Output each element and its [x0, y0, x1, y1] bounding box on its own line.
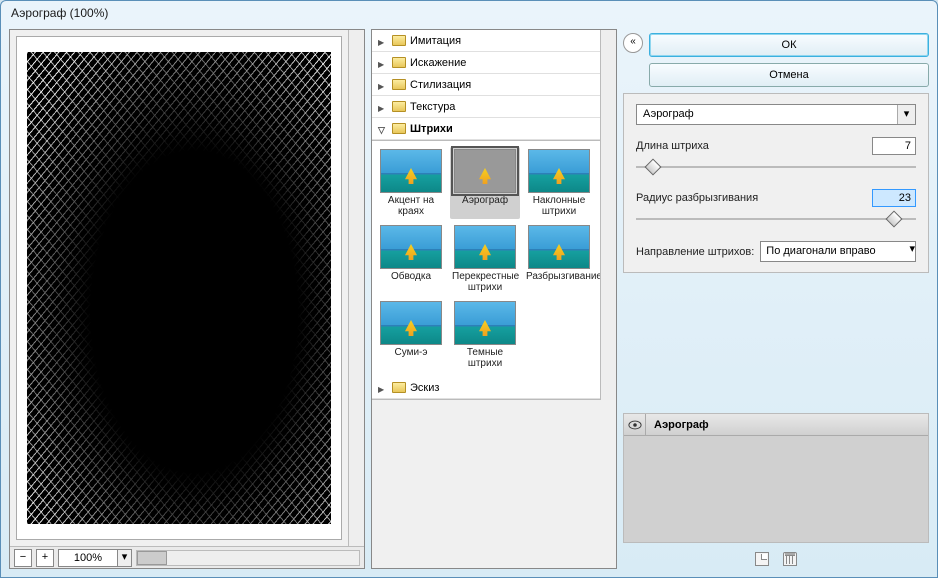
filter-thumb-sumi[interactable]: Суми-э — [376, 299, 446, 371]
thumbnail-label: Темные штрихи — [452, 347, 518, 369]
visibility-toggle[interactable] — [624, 414, 646, 436]
category-strokes[interactable]: Штрихи — [372, 118, 600, 140]
filter-thumb-accented[interactable]: Акцент на краях — [376, 147, 446, 219]
stroke-direction-label: Направление штрихов: — [636, 246, 754, 258]
filter-select[interactable]: Аэрограф ▾ — [636, 104, 916, 125]
thumbnail-label: Обводка — [378, 271, 444, 293]
category-label: Текстура — [410, 101, 455, 113]
preview-image — [27, 52, 332, 524]
thumbnail-image — [380, 149, 442, 193]
disclosure-triangle-icon — [378, 80, 388, 90]
effect-layer-controls — [623, 549, 929, 569]
filter-thumb-angled[interactable]: Наклонные штрихи — [524, 147, 594, 219]
effect-layers-empty — [624, 436, 928, 542]
filter-select-value: Аэрограф — [637, 105, 897, 124]
thumbnail-image — [380, 301, 442, 345]
slider-thumb[interactable] — [885, 211, 902, 228]
filter-panel: Имитация Искажение Стилизация Текстура Ш… — [371, 29, 617, 569]
collapse-toggle-button[interactable]: « — [623, 33, 643, 53]
filter-thumb-spatter[interactable]: Разбрызгивание — [524, 223, 594, 295]
thumbnail-label: Акцент на краях — [378, 195, 444, 217]
effect-layers-panel: Аэрограф — [623, 413, 929, 543]
thumbnail-image — [528, 225, 590, 269]
filter-gallery-window: Аэрограф (100%) − + 100% ▾ — [0, 0, 938, 578]
chevron-down-icon: ▾ — [909, 242, 915, 261]
thumbnail-image — [528, 149, 590, 193]
thumbnail-label: Разбрызгивание — [526, 271, 592, 293]
delete-effect-layer-button[interactable] — [783, 552, 797, 566]
disclosure-triangle-icon — [378, 383, 388, 393]
disclosure-triangle-icon — [378, 102, 388, 112]
slider-thumb[interactable] — [644, 159, 661, 176]
hscroll-thumb[interactable] — [137, 551, 167, 565]
category-sketch[interactable]: Эскиз — [372, 377, 600, 399]
zoom-level-field[interactable]: 100% — [58, 549, 118, 567]
filter-thumbnails: Акцент на краях Аэрограф Наклонные штрих… — [372, 141, 600, 377]
settings-panel: « ОК Отмена Аэрограф ▾ Длина штриха — [623, 29, 929, 569]
category-list-bottom: Эскиз — [372, 377, 600, 400]
category-label: Штрихи — [410, 123, 453, 135]
filter-thumb-cross[interactable]: Перекрестные штрихи — [450, 223, 520, 295]
folder-icon — [392, 101, 406, 112]
preview-toolbar: − + 100% ▾ — [10, 546, 364, 568]
stroke-direction-value: По диагонали вправо — [761, 242, 909, 261]
spray-radius-slider[interactable] — [636, 211, 916, 227]
ok-button[interactable]: ОК — [649, 33, 929, 57]
preview-panel: − + 100% ▾ — [9, 29, 365, 569]
thumbnail-image — [454, 149, 516, 193]
effect-layer-row[interactable]: Аэрограф — [624, 414, 928, 436]
stroke-direction-select[interactable]: По диагонали вправо ▾ — [760, 241, 916, 262]
spray-radius-label: Радиус разбрызгивания — [636, 192, 758, 204]
window-title: Аэрограф (100%) — [1, 1, 937, 29]
content-area: − + 100% ▾ Имитация Искажение Стилизация… — [1, 29, 937, 577]
thumbnail-image — [380, 225, 442, 269]
cancel-button[interactable]: Отмена — [649, 63, 929, 87]
thumbnail-image — [454, 225, 516, 269]
preview-scrollbar-horizontal[interactable] — [136, 550, 360, 566]
filter-thumb-dark[interactable]: Темные штрихи — [450, 299, 520, 371]
category-distort[interactable]: Искажение — [372, 52, 600, 74]
category-imitation[interactable]: Имитация — [372, 30, 600, 52]
thumbnail-image — [454, 301, 516, 345]
zoom-menu-caret[interactable]: ▾ — [118, 549, 132, 567]
category-list: Имитация Искажение Стилизация Текстура Ш… — [372, 30, 600, 141]
thumbnail-label: Наклонные штрихи — [526, 195, 592, 217]
category-label: Эскиз — [410, 382, 439, 394]
filter-scrollbar-vertical[interactable] — [600, 30, 616, 400]
zoom-out-button[interactable]: − — [14, 549, 32, 567]
category-label: Искажение — [410, 57, 466, 69]
stroke-length-label: Длина штриха — [636, 140, 709, 152]
category-label: Имитация — [410, 35, 461, 47]
eye-icon — [628, 420, 642, 430]
zoom-in-button[interactable]: + — [36, 549, 54, 567]
folder-icon — [392, 35, 406, 46]
effect-layer-name: Аэрограф — [646, 419, 709, 431]
slider-track — [636, 218, 916, 220]
folder-icon — [392, 57, 406, 68]
spray-radius-input[interactable] — [872, 189, 916, 207]
filter-thumb-ink[interactable]: Обводка — [376, 223, 446, 295]
filter-thumb-airbrush[interactable]: Аэрограф — [450, 147, 520, 219]
chevron-down-icon: ▾ — [897, 105, 915, 124]
filter-settings: Аэрограф ▾ Длина штриха Радиус разбрызги… — [623, 93, 929, 273]
stroke-length-input[interactable] — [872, 137, 916, 155]
category-stylize[interactable]: Стилизация — [372, 74, 600, 96]
stroke-length-slider[interactable] — [636, 159, 916, 175]
category-label: Стилизация — [410, 79, 471, 91]
thumbnail-label: Перекрестные штрихи — [452, 271, 518, 293]
preview-scrollbar-vertical[interactable] — [348, 30, 364, 546]
folder-icon — [392, 123, 406, 134]
folder-icon — [392, 382, 406, 393]
thumbnail-label: Суми-э — [378, 347, 444, 369]
slider-track — [636, 166, 916, 168]
thumbnail-label: Аэрограф — [452, 195, 518, 217]
preview-viewport[interactable] — [16, 36, 342, 540]
new-effect-layer-button[interactable] — [755, 552, 769, 566]
disclosure-triangle-icon — [378, 124, 388, 134]
category-texture[interactable]: Текстура — [372, 96, 600, 118]
disclosure-triangle-icon — [378, 36, 388, 46]
folder-icon — [392, 79, 406, 90]
disclosure-triangle-icon — [378, 58, 388, 68]
